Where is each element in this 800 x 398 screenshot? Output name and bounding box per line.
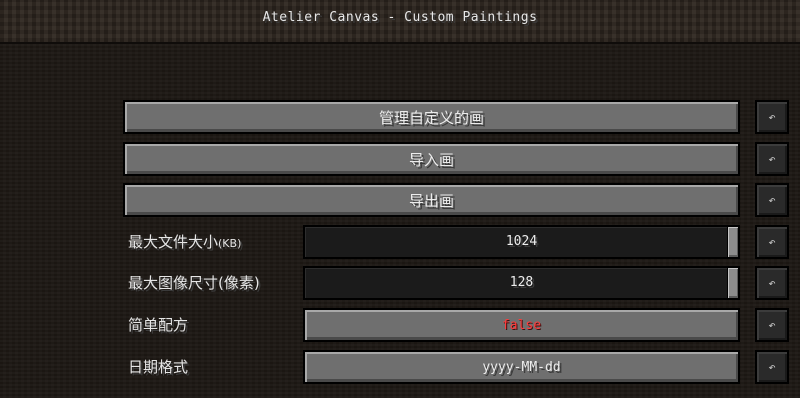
- row-max-file-size: 最大文件大小(KB) 1024 ↶: [0, 225, 800, 259]
- undo-arrow-icon: ↶: [768, 193, 776, 207]
- max-image-size-slider[interactable]: 128: [303, 266, 740, 300]
- date-format-label: 日期格式: [128, 358, 189, 376]
- undo-arrow-icon: ↶: [768, 318, 776, 332]
- simple-recipe-label: 简单配方: [128, 316, 189, 334]
- max-file-size-value: 1024: [505, 234, 538, 249]
- reset-simple-recipe-button[interactable]: ↶: [755, 308, 789, 342]
- row-max-image-size: 最大图像尺寸(像素) 128 ↶: [0, 266, 800, 300]
- reset-max-file-size-button[interactable]: ↶: [755, 225, 789, 259]
- reset-max-image-size-button[interactable]: ↶: [755, 266, 789, 300]
- title-bar: Atelier Canvas - Custom Paintings: [0, 0, 800, 44]
- import-paintings-button[interactable]: 导入画: [123, 142, 740, 176]
- max-image-size-label-unit: (像素): [218, 274, 260, 292]
- max-file-size-label-text: 最大文件大小: [128, 233, 219, 251]
- row-simple-recipe: 简单配方 false ↶: [0, 308, 800, 342]
- manage-paintings-button[interactable]: 管理自定义的画: [123, 100, 740, 134]
- max-image-size-slider-handle[interactable]: [727, 267, 739, 299]
- undo-arrow-icon: ↶: [768, 152, 776, 166]
- row-manage-paintings: 管理自定义的画 ↶: [0, 100, 800, 134]
- reset-import-paintings-button[interactable]: ↶: [755, 142, 789, 176]
- max-image-size-label: 最大图像尺寸(像素): [128, 266, 260, 300]
- undo-arrow-icon: ↶: [768, 276, 776, 290]
- max-image-size-value: 128: [509, 275, 534, 290]
- undo-arrow-icon: ↶: [768, 110, 776, 124]
- max-file-size-label: 最大文件大小(KB): [128, 225, 241, 259]
- max-file-size-slider[interactable]: 1024: [303, 225, 740, 259]
- row-import-paintings: 导入画 ↶: [0, 142, 800, 176]
- max-image-size-label-text: 最大图像尺寸: [128, 274, 219, 292]
- undo-arrow-icon: ↶: [768, 360, 776, 374]
- max-file-size-label-unit: (KB): [218, 237, 242, 250]
- export-paintings-button[interactable]: 导出画: [123, 183, 740, 217]
- simple-recipe-toggle[interactable]: false: [303, 308, 740, 342]
- reset-export-paintings-button[interactable]: ↶: [755, 183, 789, 217]
- reset-manage-paintings-button[interactable]: ↶: [755, 100, 789, 134]
- date-format-field[interactable]: yyyy-MM-dd: [303, 350, 740, 384]
- max-file-size-slider-handle[interactable]: [727, 226, 739, 258]
- window-title: Atelier Canvas - Custom Paintings: [262, 10, 538, 25]
- row-date-format: 日期格式 yyyy-MM-dd ↶: [0, 350, 800, 384]
- reset-date-format-button[interactable]: ↶: [755, 350, 789, 384]
- row-export-paintings: 导出画 ↶: [0, 183, 800, 217]
- undo-arrow-icon: ↶: [768, 235, 776, 249]
